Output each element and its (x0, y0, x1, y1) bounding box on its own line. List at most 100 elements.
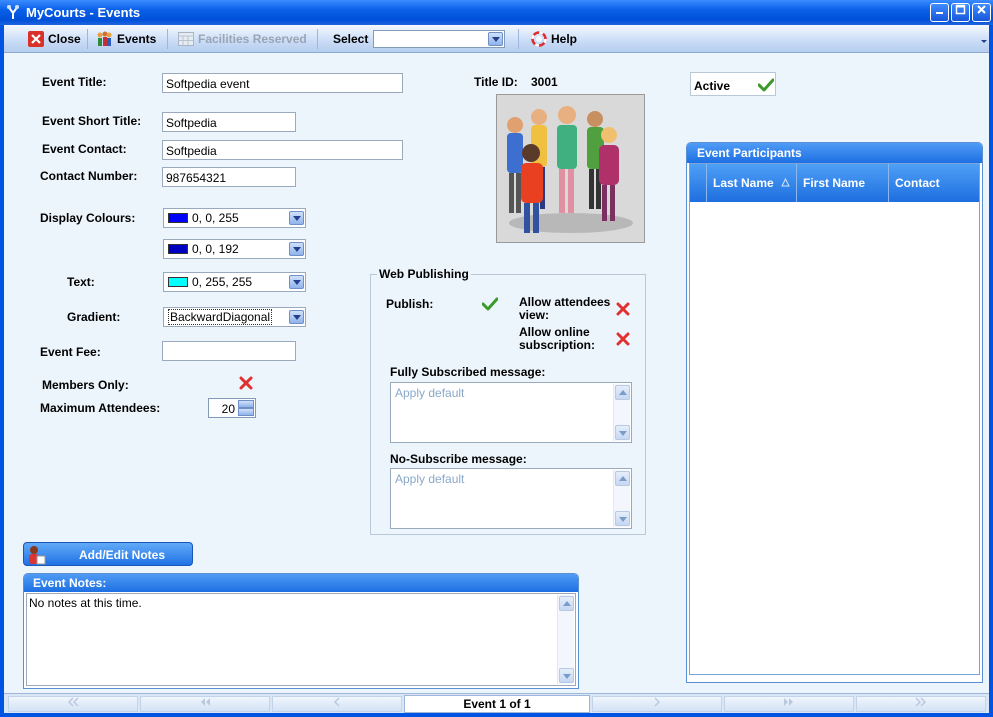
colour-value: 0, 0, 192 (192, 242, 239, 256)
events-button[interactable]: Events (96, 30, 156, 48)
active-checkbox[interactable]: Active (690, 72, 776, 96)
no-subscribe-textarea[interactable]: Apply default (390, 468, 632, 529)
fully-subscribed-textarea[interactable]: Apply default (390, 382, 632, 443)
members-only-label: Members Only: (42, 378, 129, 392)
row-indicator-header (690, 164, 707, 202)
scrollbar[interactable] (613, 384, 630, 441)
colour-swatch (168, 277, 188, 287)
previous-page-button[interactable] (140, 696, 270, 712)
contact-number-input[interactable]: 987654321 (162, 167, 296, 187)
chevron-down-icon[interactable] (289, 211, 304, 225)
title-id-value: 3001 (531, 75, 558, 89)
column-header-label: First Name (803, 176, 866, 190)
scroll-up-icon[interactable] (615, 471, 630, 486)
column-header-first-name[interactable]: First Name (797, 164, 889, 202)
chevron-down-icon[interactable] (289, 275, 304, 289)
scroll-down-icon[interactable] (615, 425, 630, 440)
event-notes-textarea[interactable]: No notes at this time. (26, 593, 576, 686)
web-publishing-title: Web Publishing (377, 267, 471, 281)
people-group-icon (507, 106, 633, 233)
next-page-button[interactable] (724, 696, 854, 712)
select-dropdown[interactable] (373, 30, 505, 48)
window-title: MyCourts - Events (26, 5, 141, 20)
spin-down-icon[interactable] (238, 408, 254, 416)
publish-check-icon[interactable] (482, 297, 498, 311)
title-bar: MyCourts - Events (0, 0, 993, 25)
gradient-dropdown[interactable]: BackwardDiagonal (163, 307, 306, 327)
scrollbar[interactable] (557, 595, 574, 684)
next-record-button[interactable] (592, 696, 722, 712)
scrollbar[interactable] (613, 470, 630, 527)
gradient-label: Gradient: (67, 310, 121, 324)
contact-number-label: Contact Number: (40, 169, 138, 183)
title-id-label: Title ID: (474, 75, 518, 89)
people-icon (97, 31, 112, 46)
web-publishing-group: Web Publishing Publish: Allow attendees … (370, 267, 646, 535)
help-button-label: Help (551, 32, 578, 46)
previous-record-button[interactable] (272, 696, 402, 712)
minimize-icon (936, 12, 943, 14)
event-image (496, 94, 645, 243)
event-notes-header: Event Notes: (24, 574, 578, 592)
scroll-down-icon[interactable] (559, 668, 574, 683)
minimize-button[interactable] (930, 3, 949, 22)
facilities-reserved-label: Facilities Reserved (198, 32, 307, 46)
gradient-value: BackwardDiagonal (168, 309, 273, 325)
main-content: Event Title: Softpedia event Event Short… (4, 53, 989, 693)
event-title-input[interactable]: Softpedia event (162, 73, 403, 93)
event-fee-input[interactable] (162, 341, 296, 361)
column-header-last-name[interactable]: Last Name (707, 164, 797, 202)
text-colour-dropdown[interactable]: 0, 255, 255 (163, 272, 306, 292)
help-lifebuoy-icon (531, 31, 547, 47)
chevron-down-icon (981, 40, 987, 43)
scroll-down-icon[interactable] (615, 511, 630, 526)
colour-swatch (168, 244, 188, 254)
add-edit-notes-label: Add/Edit Notes (79, 548, 165, 562)
allow-attendees-cross-icon[interactable] (616, 302, 630, 316)
chevron-down-icon[interactable] (488, 32, 503, 46)
allow-online-cross-icon[interactable] (616, 332, 630, 346)
close-button[interactable]: Close (28, 30, 81, 48)
toolbar-separator (167, 29, 168, 49)
toolbar-separator (518, 29, 519, 49)
chevron-down-icon[interactable] (289, 310, 304, 324)
facilities-reserved-button[interactable]: Facilities Reserved (178, 30, 307, 48)
first-icon (67, 697, 79, 707)
scroll-up-icon[interactable] (559, 596, 574, 611)
event-short-title-label: Event Short Title: (42, 114, 142, 128)
last-record-button[interactable] (856, 696, 986, 712)
participants-grid[interactable]: Last Name First Name Contact (689, 163, 980, 675)
chevron-down-icon[interactable] (289, 242, 304, 256)
allow-attendees-label: Allow attendees view: (519, 295, 611, 322)
display-colour-2-dropdown[interactable]: 0, 0, 192 (163, 239, 306, 259)
close-x-icon (28, 31, 44, 47)
scroll-up-icon[interactable] (615, 385, 630, 400)
display-colours-label: Display Colours: (40, 211, 136, 225)
column-header-contact[interactable]: Contact (889, 164, 979, 202)
display-colour-1-dropdown[interactable]: 0, 0, 255 (163, 208, 306, 228)
colour-swatch (168, 213, 188, 223)
record-status: Event 1 of 1 (404, 695, 590, 713)
active-label: Active (694, 79, 731, 93)
event-participants-panel: Event Participants Last Name First Name … (686, 142, 983, 683)
toolbar-overflow-button[interactable] (979, 28, 989, 48)
add-edit-notes-button[interactable]: Add/Edit Notes (23, 542, 193, 566)
no-subscribe-placeholder: Apply default (395, 472, 465, 486)
event-contact-input[interactable]: Softpedia (162, 140, 403, 160)
column-header-label: Contact (895, 176, 940, 190)
event-short-title-input[interactable]: Softpedia (162, 112, 296, 132)
maximize-button[interactable] (951, 3, 970, 22)
max-attendees-spinner[interactable]: 20 (208, 398, 256, 418)
person-note-icon (29, 546, 46, 565)
event-title-label: Event Title: (42, 75, 107, 89)
chevron-left-icon (333, 697, 340, 707)
events-button-label: Events (117, 32, 157, 46)
close-window-button[interactable] (972, 3, 991, 22)
help-button[interactable]: Help (531, 30, 577, 48)
first-record-button[interactable] (8, 696, 138, 712)
allow-online-label: Allow online subscription: (519, 325, 596, 352)
spin-up-icon[interactable] (238, 400, 254, 408)
colour-value: 0, 0, 255 (192, 211, 239, 225)
members-only-cross-icon[interactable] (239, 376, 253, 390)
no-subscribe-label: No-Subscribe message: (390, 452, 527, 466)
